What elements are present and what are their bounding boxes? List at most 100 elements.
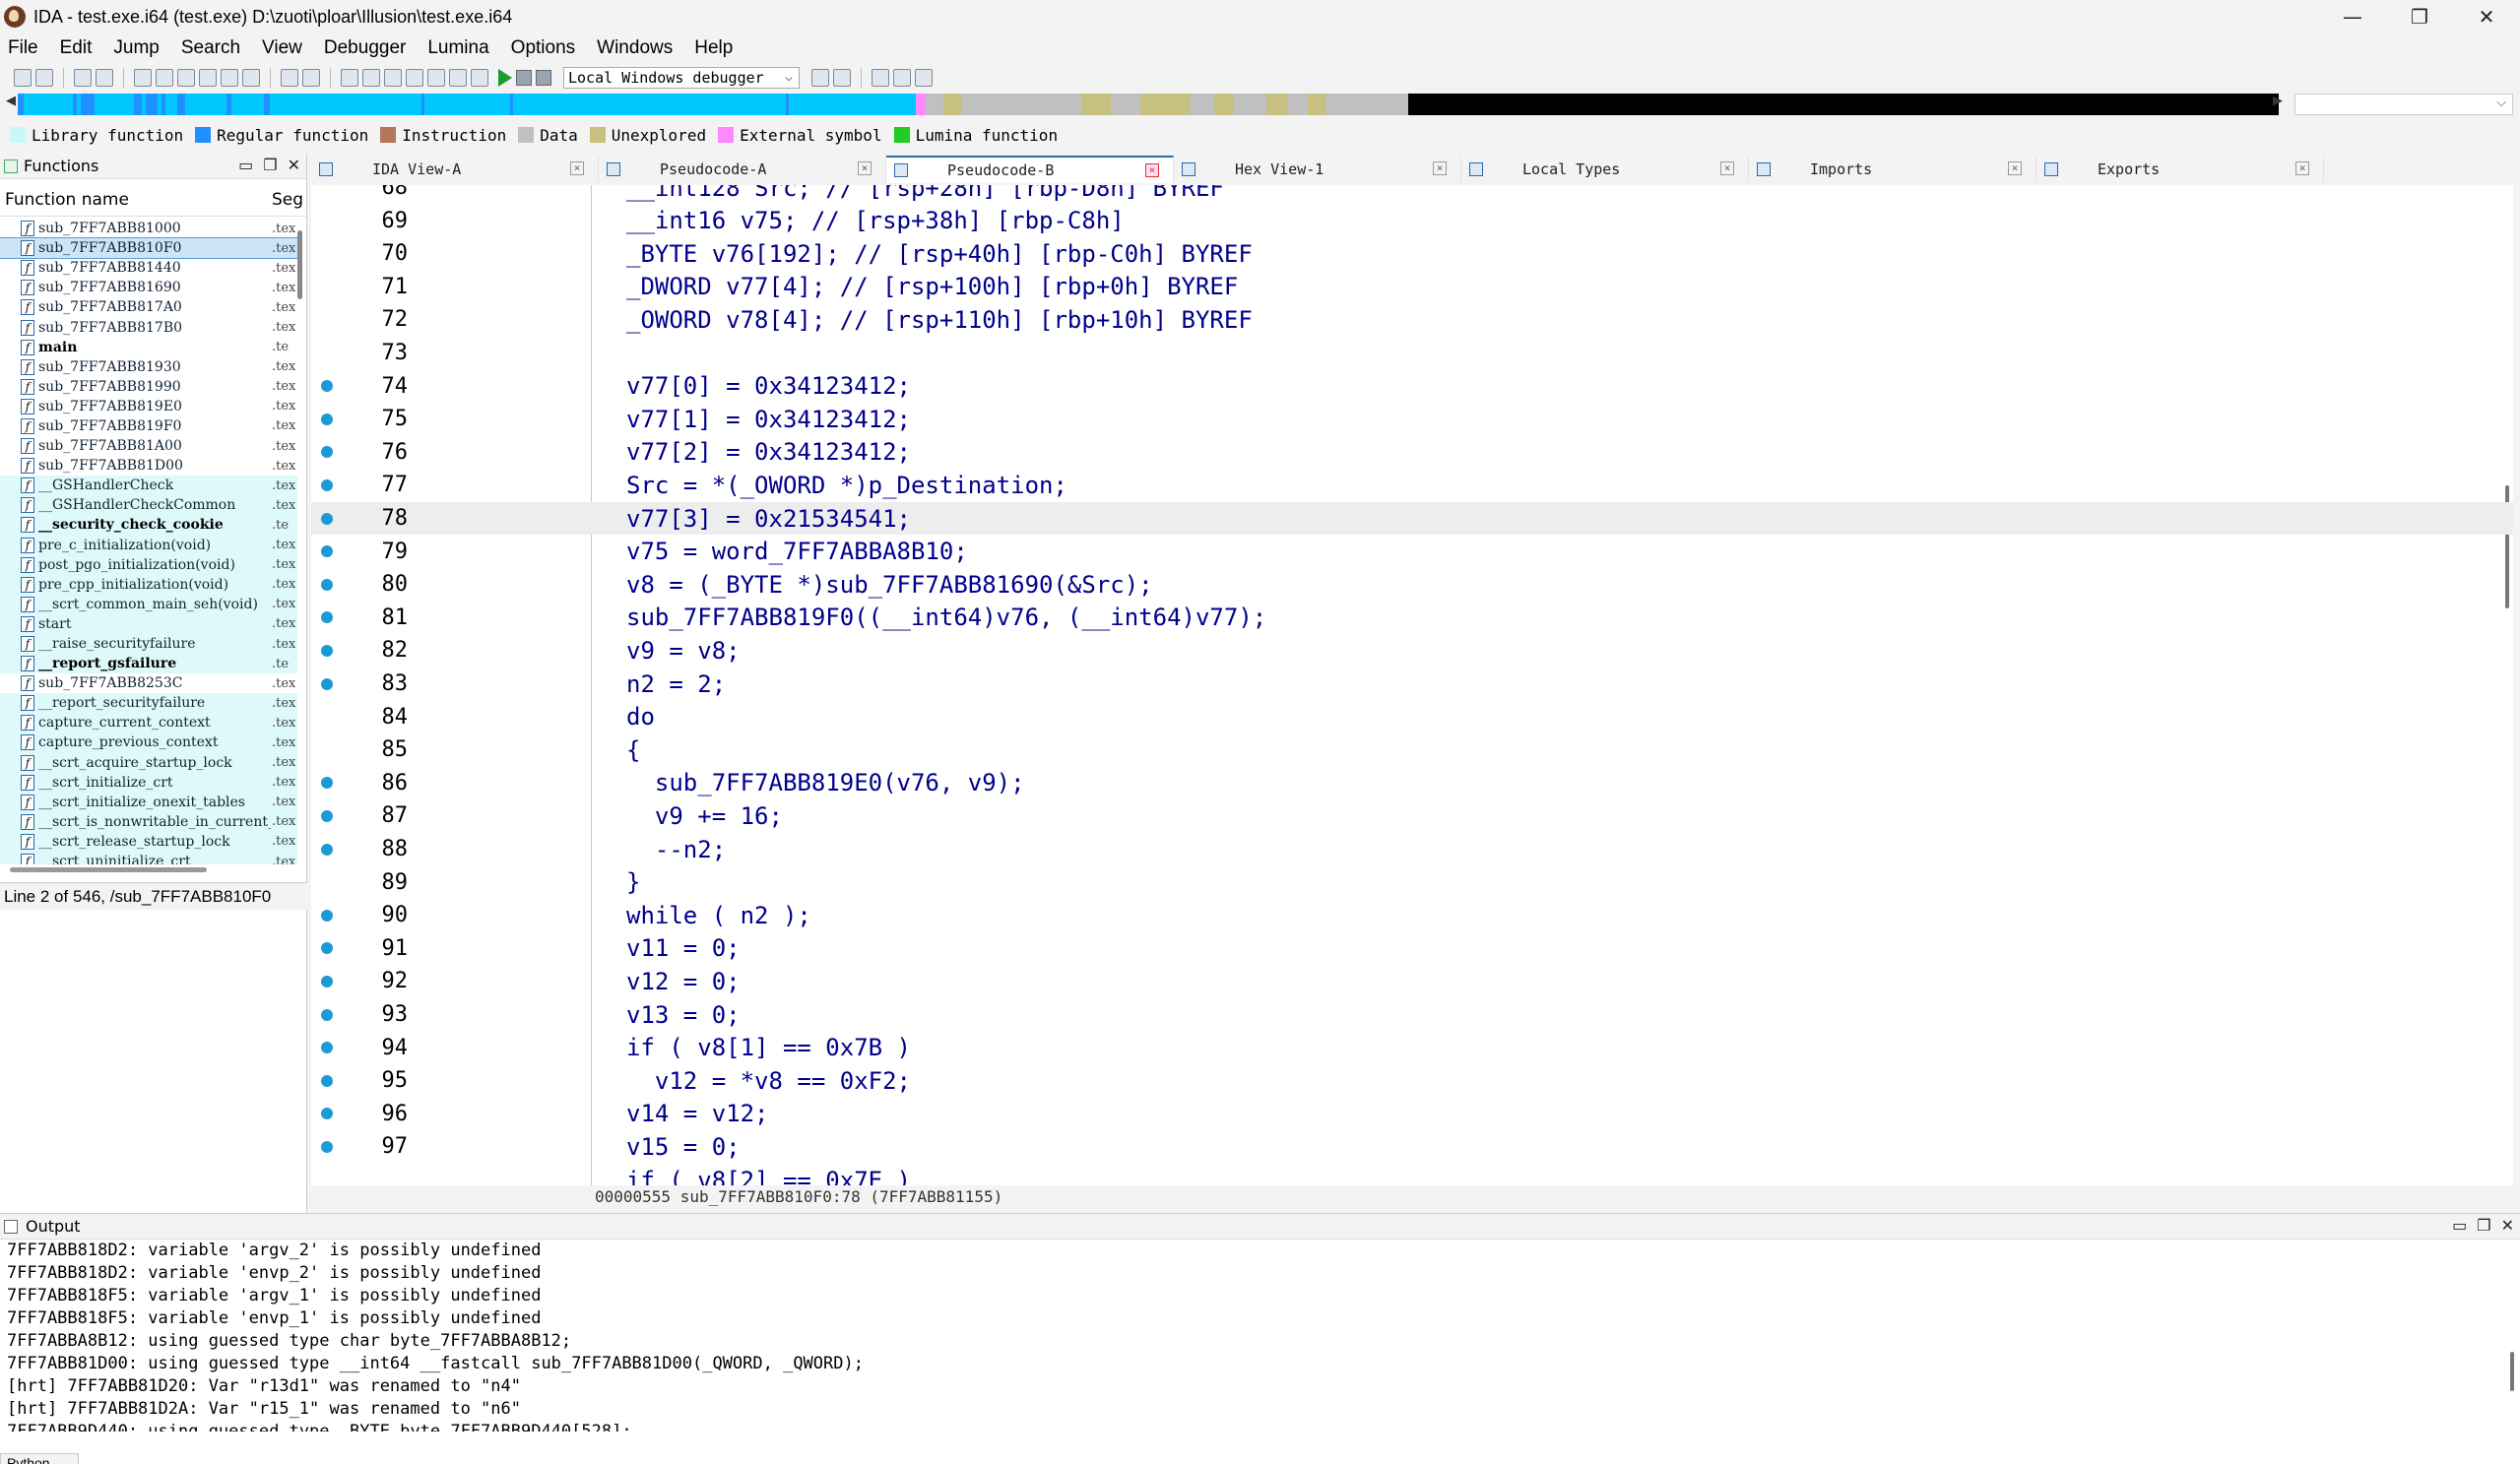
panel-maximize-icon[interactable]: ▭ — [238, 156, 253, 174]
step-over-icon[interactable] — [893, 69, 911, 87]
tab-pseudocode-a[interactable]: Pseudocode-A × — [599, 156, 886, 183]
code-line[interactable]: 74 v77[0] = 0x34123412; — [311, 370, 2513, 403]
tab-close-icon[interactable]: × — [1145, 163, 1159, 177]
code-line[interactable]: 69 __int16 v75; // [rsp+38h] [rbp-C8h] — [311, 205, 2513, 237]
output-scrollbar-thumb[interactable] — [2510, 1352, 2514, 1391]
function-row[interactable]: f sub_7FF7ABB81000 .tex — [0, 219, 297, 238]
code-line[interactable]: 86 sub_7FF7ABB819E0(v76, v9); — [311, 767, 2513, 799]
breakpoint-dot-icon[interactable] — [321, 611, 333, 624]
function-row[interactable]: f__scrt_is_nonwritable_in_current_image.… — [0, 811, 297, 832]
code-line[interactable]: 90 while ( n2 ); — [311, 899, 2513, 931]
code-line[interactable]: 79 v75 = word_7FF7ABBA8B10; — [311, 536, 2513, 568]
save-icon[interactable] — [35, 69, 53, 87]
function-row[interactable]: f sub_7FF7ABB81D00 .tex — [0, 456, 297, 476]
python-tab[interactable]: Python — [0, 1453, 79, 1464]
code-line[interactable]: 85 { — [311, 733, 2513, 766]
trace-icon[interactable] — [449, 69, 467, 87]
breakpoint-dot-icon[interactable] — [321, 677, 333, 690]
function-row[interactable]: f __scrt_initialize_crt .tex — [0, 772, 297, 793]
search-text-icon[interactable] — [177, 69, 195, 87]
code-line[interactable]: 77 Src = *(_OWORD *)p_Destination; — [311, 469, 2513, 501]
code-line[interactable]: 72 _OWORD v78[4]; // [rsp+110h] [rbp+10h]… — [311, 303, 2513, 336]
tab-close-icon[interactable]: × — [2295, 161, 2309, 175]
breakpoint-dot-icon[interactable] — [321, 975, 333, 987]
tab-close-icon[interactable]: × — [570, 161, 584, 175]
pause-icon[interactable] — [516, 70, 532, 86]
start-debugger-icon[interactable] — [498, 69, 512, 87]
function-row[interactable]: f pre_cpp_initialization(void) .tex — [0, 574, 297, 595]
tab-hex-view-1[interactable]: Hex View-1 × — [1174, 156, 1461, 183]
struct-icon[interactable] — [362, 69, 380, 87]
menu-jump[interactable]: Jump — [113, 37, 159, 59]
tab-ida-view-a[interactable]: IDA View-A × — [311, 156, 599, 183]
code-line[interactable]: 97 v15 = 0; — [311, 1130, 2513, 1163]
function-row[interactable]: f sub_7FF7ABB819F0 .tex — [0, 416, 297, 436]
function-row[interactable]: f __report_gsfailure .te — [0, 654, 297, 674]
back-icon[interactable] — [74, 69, 92, 87]
breakpoint-dot-icon[interactable] — [321, 578, 333, 591]
enum-icon[interactable] — [384, 69, 402, 87]
function-row[interactable]: f sub_7FF7ABB817A0 .tex — [0, 297, 297, 317]
menu-edit[interactable]: Edit — [60, 37, 93, 59]
pseudocode-view[interactable]: 68 __int128 Src; // [rsp+28h] [rbp-D8h] B… — [311, 185, 2513, 1185]
function-row[interactable]: f __scrt_initialize_onexit_tables .tex — [0, 792, 297, 812]
function-row[interactable]: f sub_7FF7ABB810F0 .tex — [0, 237, 297, 260]
breakpoint-dot-icon[interactable] — [321, 942, 333, 955]
menu-file[interactable]: File — [8, 37, 38, 59]
code-line[interactable]: if ( v8[2] == 0x7E ) — [311, 1164, 2513, 1186]
panel-float-icon[interactable]: ❐ — [263, 156, 277, 174]
nav-right-arrow-icon[interactable]: ▶ — [2273, 94, 2283, 108]
functions-scrollbar[interactable] — [296, 219, 304, 864]
code-line[interactable]: 70 _BYTE v76[192]; // [rsp+40h] [rbp-C0h]… — [311, 237, 2513, 270]
function-row[interactable]: f sub_7FF7ABB81A00 .tex — [0, 436, 297, 456]
breakpoint-dot-icon[interactable] — [321, 446, 333, 459]
code-line[interactable]: 78 v77[3] = 0x21534541; — [311, 502, 2513, 535]
debugger-select[interactable]: Local Windows debugger ⌵ — [563, 67, 800, 89]
function-row[interactable]: f sub_7FF7ABB817B0 .tex — [0, 317, 297, 337]
scrollbar-thumb[interactable] — [297, 230, 302, 299]
nav-left-arrow-icon[interactable]: ◀ — [6, 94, 16, 108]
tab-close-icon[interactable]: × — [1433, 161, 1447, 175]
xref-icon[interactable] — [406, 69, 423, 87]
minimize-button[interactable]: — — [2319, 0, 2386, 33]
functions-list[interactable]: f sub_7FF7ABB81000 .tex f sub_7FF7ABB810F0 .t… — [0, 219, 297, 864]
tab-close-icon[interactable]: × — [858, 161, 872, 175]
functions-column-header[interactable]: Function name Seg — [0, 179, 306, 217]
menu-debugger[interactable]: Debugger — [324, 37, 406, 59]
function-row[interactable]: f capture_previous_context .tex — [0, 732, 297, 753]
panel-close-icon[interactable]: ✕ — [2501, 1216, 2514, 1235]
function-row[interactable]: f post_pgo_initialization(void) .tex — [0, 554, 297, 575]
scrollbar-thumb[interactable] — [10, 867, 207, 872]
attach-icon[interactable] — [811, 69, 829, 87]
menu-view[interactable]: View — [262, 37, 302, 59]
function-row[interactable]: f __GSHandlerCheck .tex — [0, 476, 297, 496]
nav-address-combo[interactable]: ⌵ — [2294, 94, 2513, 115]
tab-close-icon[interactable]: × — [2008, 161, 2022, 175]
run-to-cursor-icon[interactable] — [915, 69, 933, 87]
breakpoint-dot-icon[interactable] — [321, 413, 333, 425]
code-line[interactable]: 71 _DWORD v77[4]; // [rsp+100h] [rbp+0h] … — [311, 271, 2513, 303]
code-line[interactable]: 87 v9 += 16; — [311, 799, 2513, 832]
function-row[interactable]: f __GSHandlerCheckCommon .tex — [0, 495, 297, 516]
breakpoint-dot-icon[interactable] — [321, 478, 333, 491]
menu-windows[interactable]: Windows — [597, 37, 673, 59]
function-row[interactable]: f __raise_securityfailure .tex — [0, 633, 297, 655]
breakpoint-dot-icon[interactable] — [321, 1140, 333, 1153]
breakpoint-dot-icon[interactable] — [321, 644, 333, 657]
function-row[interactable]: f main .te — [0, 338, 297, 357]
function-row[interactable]: f __scrt_acquire_startup_lock .tex — [0, 752, 297, 773]
code-line[interactable]: 81 sub_7FF7ABB819F0((__int64)v76, (__int6… — [311, 602, 2513, 634]
breakpoint-dot-icon[interactable] — [321, 843, 333, 856]
tab-close-icon[interactable]: × — [1720, 161, 1734, 175]
function-row[interactable]: f sub_7FF7ABB81930 .tex — [0, 357, 297, 377]
function-row[interactable]: f __scrt_common_main_seh(void) .tex — [0, 594, 297, 614]
breakpoint-dot-icon[interactable] — [321, 512, 333, 525]
navigation-band[interactable] — [18, 94, 2279, 115]
code-icon[interactable] — [281, 69, 298, 87]
function-row[interactable]: f __report_securityfailure .tex — [0, 693, 297, 714]
breakpoint-icon[interactable] — [427, 69, 445, 87]
function-row[interactable]: f capture_current_context .tex — [0, 713, 297, 733]
code-line[interactable]: 94 if ( v8[1] == 0x7B ) — [311, 1032, 2513, 1064]
close-button[interactable]: ✕ — [2453, 0, 2520, 33]
panel-close-icon[interactable]: ✕ — [288, 156, 300, 174]
